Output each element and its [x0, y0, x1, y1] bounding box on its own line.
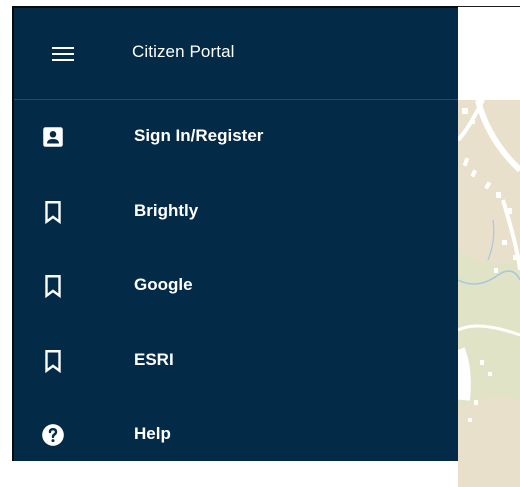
- menu-item-label: ESRI: [134, 349, 174, 369]
- app-window: Citizen Portal Sign In/Register Brightly…: [0, 0, 520, 487]
- menu-item-brightly[interactable]: Brightly: [14, 176, 458, 251]
- bookmark-icon: [40, 348, 66, 374]
- account-box-icon: [40, 124, 66, 150]
- help-circle-icon: [40, 422, 66, 448]
- menu-item-google[interactable]: Google: [14, 250, 458, 325]
- menu-item-label: Brightly: [134, 200, 199, 220]
- bookmark-icon: [40, 199, 66, 225]
- drawer-menu: Sign In/Register Brightly Google ESRI He…: [14, 101, 458, 474]
- map-view[interactable]: [458, 100, 520, 487]
- menu-item-label: Google: [134, 275, 193, 294]
- navigation-drawer: Citizen Portal Sign In/Register Brightly…: [12, 6, 458, 461]
- drawer-header: Citizen Portal: [14, 8, 458, 100]
- menu-item-label: Sign In/Register: [134, 126, 264, 145]
- app-top-bar: [458, 6, 520, 101]
- bookmark-icon: [40, 273, 66, 299]
- map-tiles: [458, 100, 520, 487]
- drawer-title: Citizen Portal: [132, 42, 235, 61]
- menu-item-label: Help: [134, 424, 171, 443]
- menu-item-sign-in-register[interactable]: Sign In/Register: [14, 101, 458, 176]
- hamburger-menu-icon[interactable]: [50, 44, 76, 64]
- page-background: [12, 461, 458, 487]
- menu-item-esri[interactable]: ESRI: [14, 325, 458, 400]
